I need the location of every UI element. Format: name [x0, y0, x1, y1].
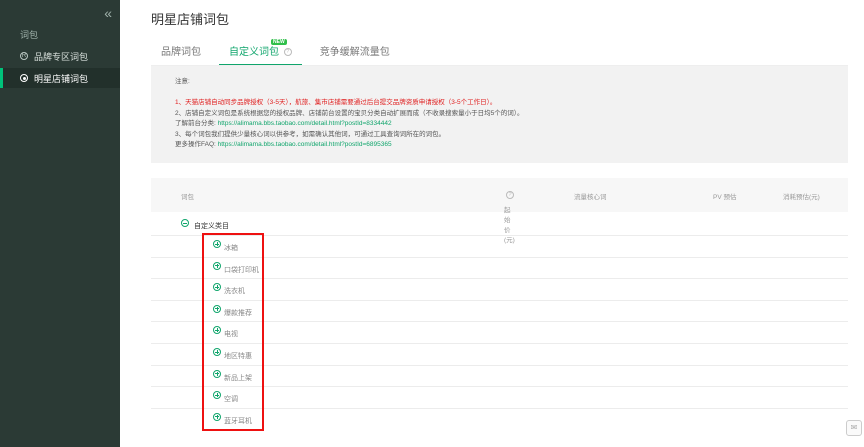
group-label: 自定义类目	[194, 223, 229, 230]
tab-brand-pack[interactable]: 品牌词包	[151, 43, 211, 66]
faq-link[interactable]: https://alimama.bbs.taobao.com/detail.ht…	[218, 141, 392, 148]
sidebar-item-label: 明星店铺词包	[34, 73, 89, 84]
notice-line: 了解前台分类: https://alimama.bbs.taobao.com/d…	[175, 119, 835, 130]
help-icon[interactable]: ?	[283, 48, 292, 57]
tab-traffic-pack[interactable]: 竞争缓解流量包	[310, 43, 400, 66]
notice-panel: 注意: 1、天猫店铺自动同步品牌授权（3-5天），航旅、集市店铺需要通过后台提交…	[151, 66, 848, 163]
notice-prefix: 更多操作FAQ:	[175, 141, 218, 148]
col-cost: 消耗预估(元)	[783, 194, 820, 201]
collapse-minus-icon[interactable]	[181, 219, 189, 227]
col-pv: PV 预估	[713, 194, 737, 201]
notice-prefix: 了解前台分类:	[175, 120, 218, 127]
collapse-sidebar-icon[interactable]: «	[104, 5, 112, 21]
notice-line: 2、店铺自定义词包是系统根据您的授权品牌、店铺前台设置的宝贝分类自动扩展而成（不…	[175, 109, 524, 117]
sidebar-item-brand-pack[interactable]: R 品牌专区词包	[0, 46, 120, 66]
notice-line: 3、每个词包我们提供少量核心词以供参考，如需确认其他词，可通过工具查询词所在的词…	[175, 130, 446, 138]
tab-bar: 品牌词包 自定义词包 NEW ? 竞争缓解流量包	[151, 39, 408, 66]
main-content: 明星店铺词包 品牌词包 自定义词包 NEW ? 竞争缓解流量包 注意: 1、天猫…	[120, 0, 864, 447]
tab-label: 品牌词包	[161, 47, 201, 58]
tab-label: 竞争缓解流量包	[319, 47, 390, 58]
radio-dot-icon	[20, 74, 28, 82]
group-row: 自定义类目	[151, 213, 848, 233]
feedback-icon[interactable]: ✉	[846, 420, 862, 436]
sidebar-item-star-shop-pack[interactable]: 明星店铺词包	[0, 68, 120, 88]
help-icon[interactable]: ?	[506, 191, 514, 199]
highlight-annotation	[202, 233, 264, 431]
registered-icon: R	[20, 52, 28, 60]
col-core-words: 流量核心词	[574, 194, 607, 201]
table-header: 词包 起始价(元)? 流量核心词 PV 预估 消耗预估(元)	[151, 178, 848, 244]
new-badge: NEW	[271, 39, 287, 45]
tab-label: 自定义词包	[229, 47, 279, 58]
page-title: 明星店铺词包	[151, 12, 230, 27]
notice-line: 更多操作FAQ: https://alimama.bbs.taobao.com/…	[175, 140, 835, 151]
sidebar-item-label: 品牌专区词包	[34, 51, 89, 62]
notice-line: 1、天猫店铺自动同步品牌授权（3-5天），航旅、集市店铺需要通过后台提交品牌资质…	[175, 99, 497, 106]
word-pack-table: 词包 起始价(元)? 流量核心词 PV 预估 消耗预估(元)	[151, 178, 848, 244]
col-word-pack: 词包	[181, 194, 194, 201]
notice-title: 注意:	[175, 78, 190, 85]
category-help-link[interactable]: https://alimama.bbs.taobao.com/detail.ht…	[218, 120, 392, 127]
col-start-price: 起始价(元)?	[504, 191, 515, 244]
tab-custom-pack[interactable]: 自定义词包 NEW ?	[219, 39, 302, 66]
sidebar-section-title: 词包	[20, 30, 39, 40]
sidebar: « 词包 R 品牌专区词包 明星店铺词包	[0, 0, 120, 447]
